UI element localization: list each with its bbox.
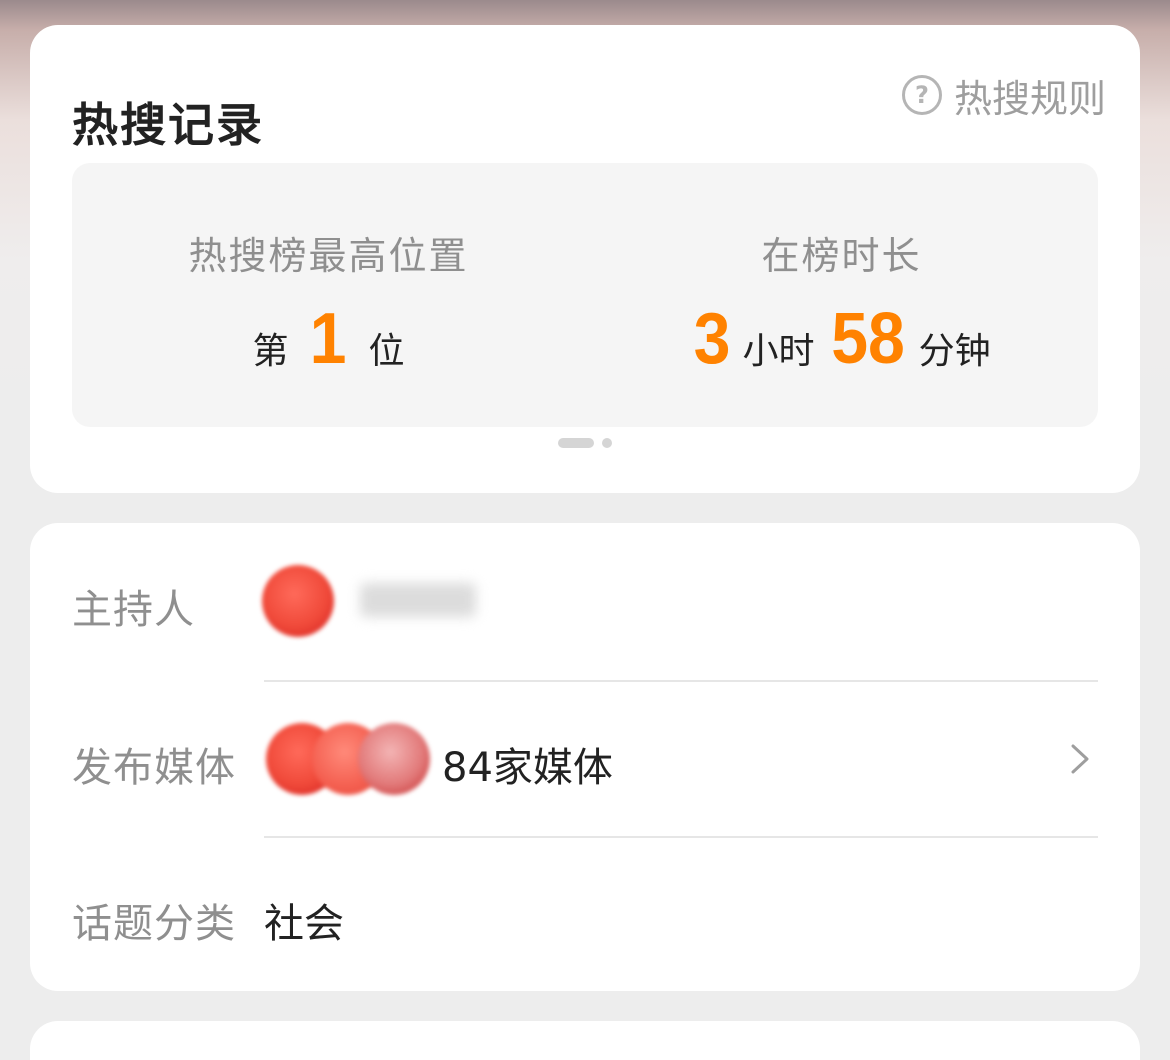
host-name-blurred[interactable] [360, 583, 476, 617]
duration-minutes-unit: 分钟 [918, 331, 991, 372]
highest-position-label: 热搜榜最高位置 [188, 234, 469, 278]
media-row[interactable]: 发布媒体 84家媒体 [30, 681, 1140, 837]
media-label: 发布媒体 [72, 745, 236, 791]
hot-stats-panel[interactable]: 热搜榜最高位置 第 1 位 在榜时长 3 小时 58 分钟 [72, 163, 1098, 427]
question-circle-icon: ? [901, 75, 942, 115]
duration-minutes: 58 [831, 299, 906, 379]
highest-position-stat: 热搜榜最高位置 第 1 位 [72, 163, 585, 427]
duration-value: 3 小时 58 分钟 [585, 303, 1098, 375]
media-avatar [358, 723, 430, 795]
duration-label: 在榜时长 [761, 234, 922, 278]
duration-hours: 3 [694, 299, 731, 379]
pager-indicator [30, 438, 1140, 448]
category-label: 话题分类 [72, 901, 236, 947]
duration-stat: 在榜时长 3 小时 58 分钟 [585, 163, 1098, 427]
topic-info-card: 主持人 发布媒体 84家媒体 话题分类 社会 [30, 523, 1140, 991]
pager-dot [602, 438, 612, 448]
chevron-right-icon[interactable] [1060, 739, 1100, 779]
pager-dot-active [558, 438, 594, 448]
hot-record-card: 热搜记录 ? 热搜规则 热搜榜最高位置 第 1 位 在榜时长 3 小时 58 分… [30, 25, 1140, 493]
hot-record-title: 热搜记录 [72, 98, 264, 152]
hot-rules-link[interactable]: ? 热搜规则 [901, 72, 1106, 121]
position-prefix: 第 [252, 331, 289, 372]
host-row[interactable]: 主持人 [30, 523, 1140, 679]
position-suffix: 位 [368, 331, 405, 372]
media-count: 84家媒体 [442, 745, 613, 791]
position-number: 1 [310, 299, 347, 379]
host-label: 主持人 [72, 587, 195, 633]
category-value: 社会 [264, 901, 344, 947]
host-avatar[interactable] [262, 565, 334, 637]
highest-position-value: 第 1 位 [72, 303, 585, 375]
duration-hours-unit: 小时 [742, 331, 815, 372]
category-row: 话题分类 社会 [30, 837, 1140, 993]
next-card [30, 1021, 1140, 1060]
hot-rules-label: 热搜规则 [953, 76, 1106, 121]
page: 热搜记录 ? 热搜规则 热搜榜最高位置 第 1 位 在榜时长 3 小时 58 分… [0, 0, 1170, 1060]
media-avatar-stack [266, 723, 430, 797]
